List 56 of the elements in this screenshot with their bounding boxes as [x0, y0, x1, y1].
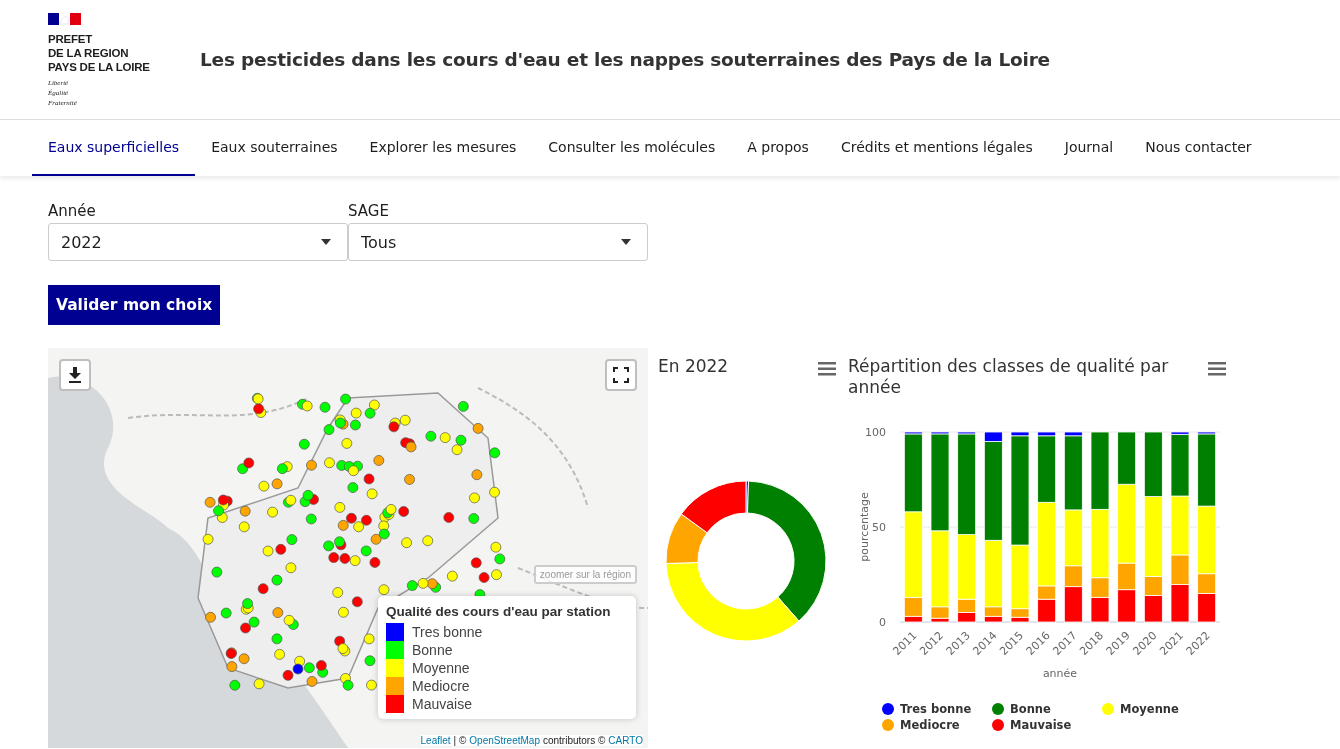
nav-tab[interactable]: Explorer les mesures	[353, 120, 533, 176]
bar-segment	[1090, 596, 1110, 623]
legend-label[interactable]: Bonne	[1010, 702, 1051, 716]
prefecture-name: PAYS DE LA LOIRE	[48, 60, 151, 73]
bar-segment	[1197, 593, 1217, 623]
prefecture-name: PREFET	[48, 32, 94, 45]
fullscreen-icon	[613, 367, 629, 383]
bar-segment	[1170, 584, 1190, 623]
bar-segment	[957, 612, 977, 623]
select-field[interactable]: 2022	[48, 223, 348, 261]
legend-label: Mediocre	[412, 678, 470, 694]
flag-logo-icon	[48, 12, 81, 25]
legend-label[interactable]: Mediocre	[900, 718, 960, 732]
legend-label[interactable]: Tres bonne	[900, 702, 972, 716]
menu-icon[interactable]	[1208, 362, 1226, 376]
y-axis-title: pourcentage	[858, 492, 871, 562]
openstreetmap-link[interactable]: OpenStreetMap	[469, 735, 540, 746]
filter-label: SAGE	[348, 202, 390, 220]
bar-segment	[1143, 595, 1163, 623]
download-button[interactable]	[59, 359, 91, 391]
legend-label: Tres bonne	[412, 624, 483, 640]
bar-segment	[1143, 431, 1163, 497]
y-tick-label: 100	[865, 426, 886, 439]
chart-title: En 2022	[658, 356, 729, 376]
legend-label: Bonne	[412, 642, 453, 658]
nav-tab[interactable]: Consulter les molécules	[532, 120, 732, 176]
legend-label: Mauvaise	[412, 696, 472, 712]
nav-tab[interactable]: Eaux superficielles	[32, 120, 196, 176]
site-title: Les pesticides dans les cours d'eau et les nappes souterraines des Pays de la Loire	[200, 49, 1050, 70]
legend-title: Qualité des cours d'eau par station	[386, 604, 612, 619]
nav-tab[interactable]: Journal	[1048, 120, 1130, 176]
submit-button[interactable]: Valider mon choix	[48, 285, 221, 325]
menu-icon[interactable]	[818, 362, 836, 376]
caret-icon	[321, 239, 331, 245]
legend-label[interactable]: Moyenne	[1120, 702, 1179, 716]
y-tick-label: 0	[879, 616, 886, 629]
caret-icon	[621, 239, 631, 245]
chart-title: Répartition des classes de qualité par année	[848, 355, 1170, 398]
prefecture-name: DE LA REGION	[48, 46, 130, 59]
y-tick-label: 50	[872, 521, 886, 534]
nav-tab[interactable]: Crédits et mentions légales	[824, 120, 1049, 176]
bar-segment	[1117, 589, 1137, 623]
select-field[interactable]: Tous	[348, 223, 648, 261]
attribution-text: contributors ©	[542, 735, 606, 746]
leaflet-link[interactable]: Leaflet	[420, 735, 451, 746]
legend-label: Moyenne	[412, 660, 470, 676]
fullscreen-button[interactable]	[605, 359, 637, 391]
x-axis-title: année	[1042, 667, 1078, 680]
nav-tab[interactable]: A propos	[731, 120, 825, 176]
legend-label[interactable]: Mauvaise	[1010, 718, 1072, 732]
nav-tab[interactable]: Nous contacter	[1129, 120, 1268, 176]
download-icon	[68, 367, 82, 383]
nav-tab[interactable]: Eaux souterraines	[195, 120, 354, 176]
attribution-text: | ©	[453, 735, 467, 746]
carto-link[interactable]: CARTO	[608, 735, 643, 746]
filter-label: Année	[48, 202, 97, 220]
